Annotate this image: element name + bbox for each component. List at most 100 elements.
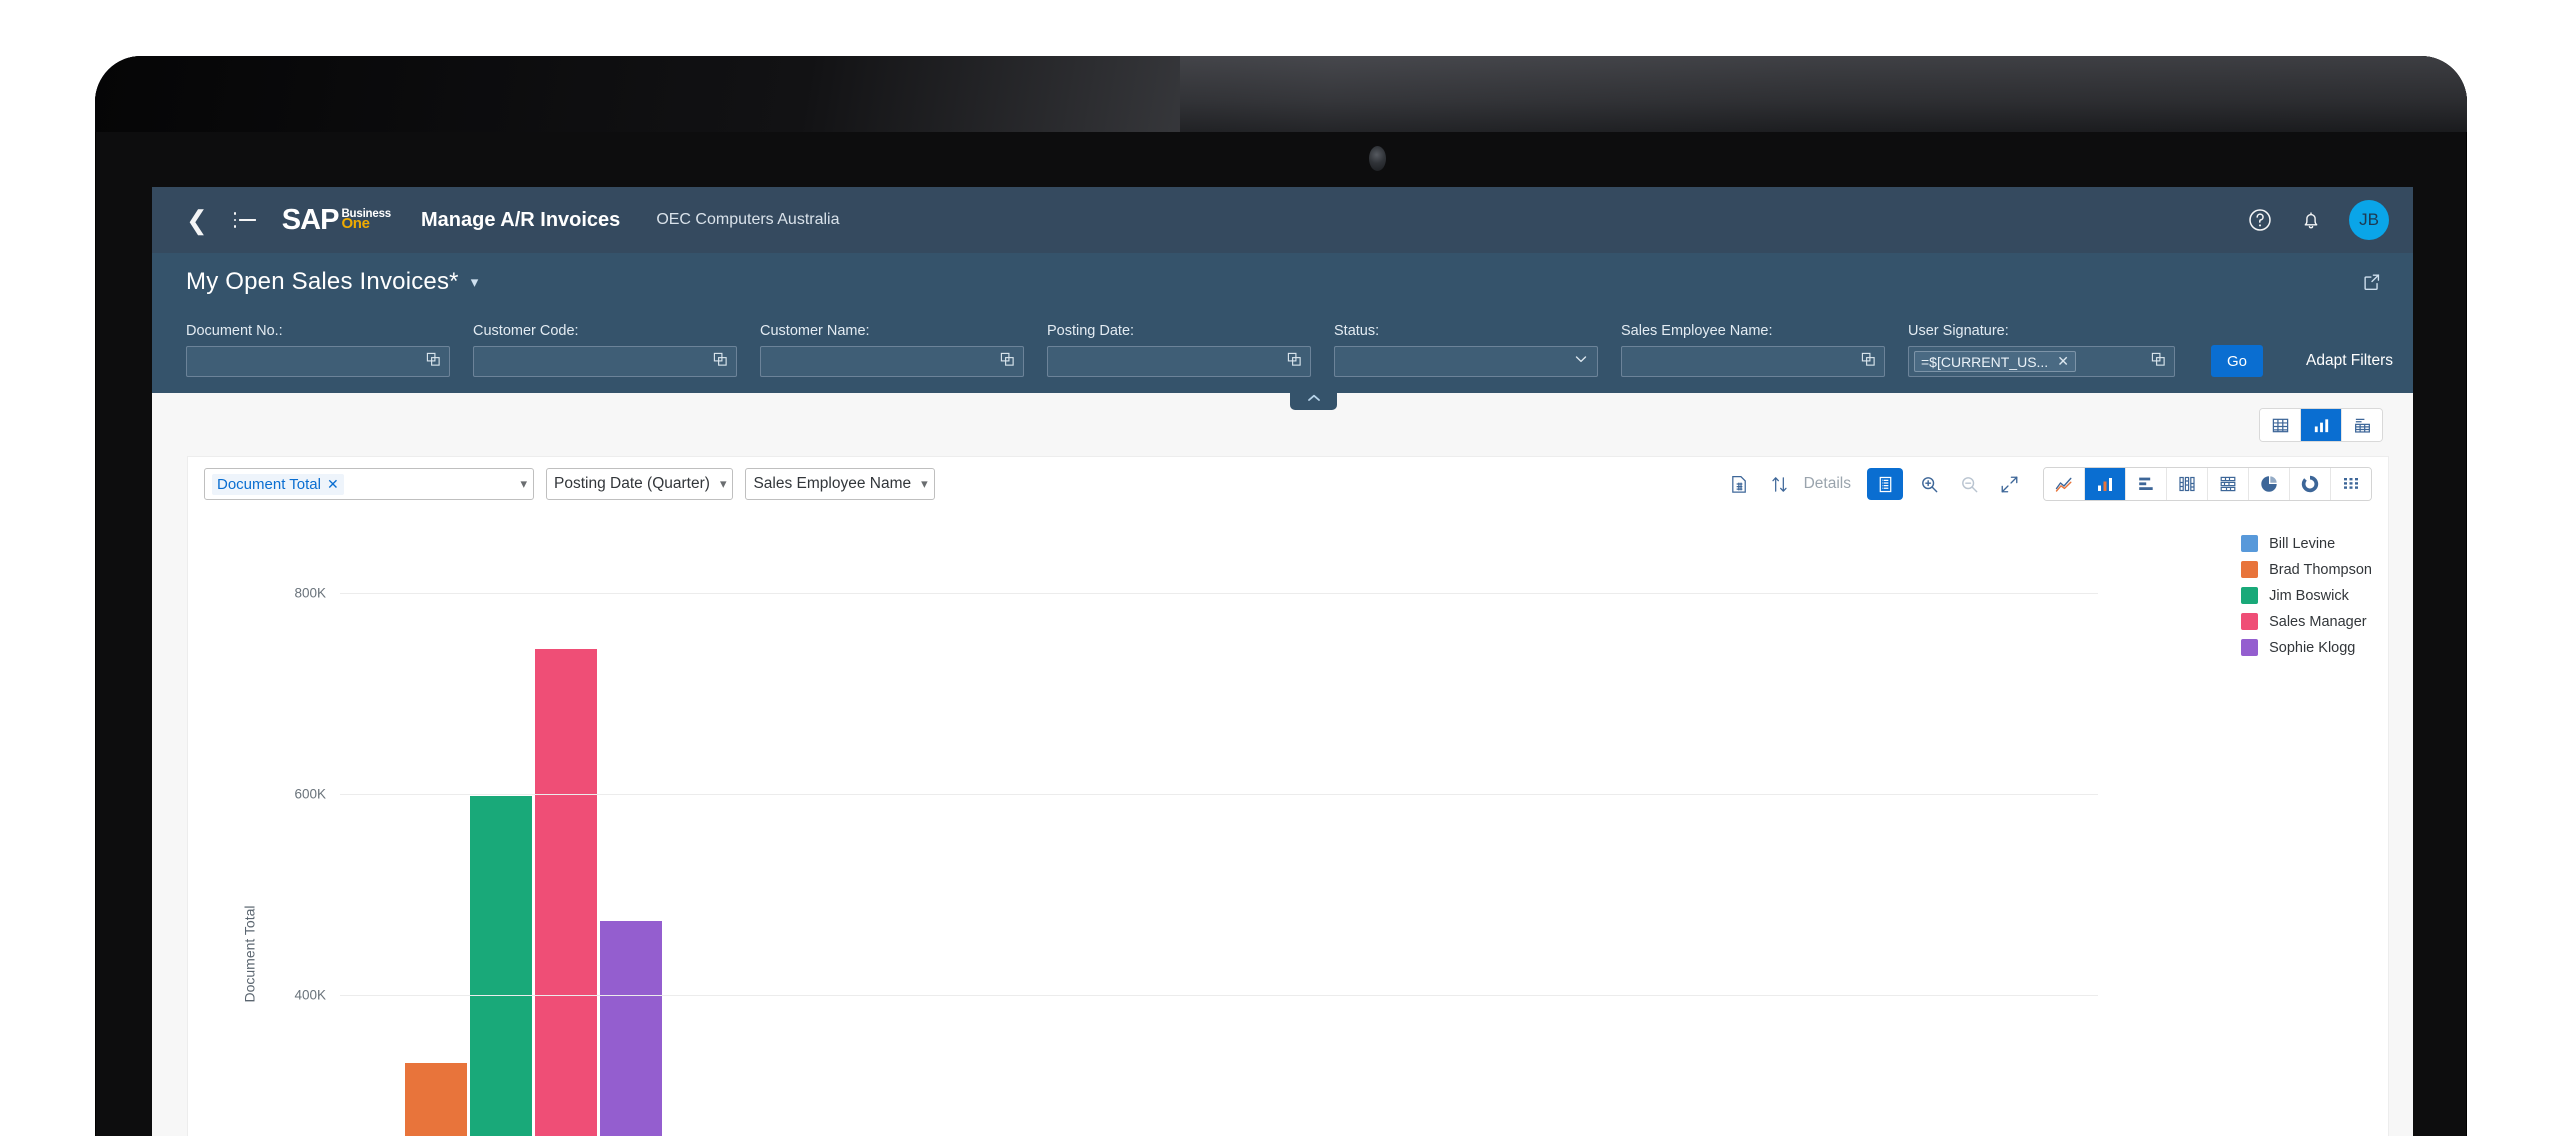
- column-chart-icon[interactable]: [2085, 468, 2126, 500]
- value-help-icon[interactable]: [2151, 352, 2166, 372]
- fullscreen-icon[interactable]: [1989, 467, 2029, 501]
- adapt-filters-button[interactable]: Adapt Filters: [2306, 352, 2393, 370]
- measure-select[interactable]: Document Total ✕ ▾: [204, 468, 534, 500]
- filter-field-customer-code: Customer Code:: [473, 323, 737, 377]
- bar[interactable]: [405, 1063, 467, 1136]
- chevron-down-icon[interactable]: [1573, 351, 1589, 372]
- customer-name-input[interactable]: [760, 346, 1024, 377]
- filter-field-document-no: Document No.:: [186, 323, 450, 377]
- filter-label: Sales Employee Name:: [1621, 323, 1773, 339]
- screen: ❮ SAP Business One Manage A/R Invoices O…: [152, 187, 2413, 1136]
- value-help-icon[interactable]: [713, 352, 728, 372]
- zoom-in-icon[interactable]: [1909, 467, 1949, 501]
- filter-fields: Document No.: Customer Code: Customer Na…: [186, 311, 2413, 393]
- legend-swatch-icon: [2241, 613, 2259, 630]
- filter-field-user-signature: User Signature: =$[CURRENT_US... ✕: [1908, 323, 2175, 377]
- bar[interactable]: [535, 648, 597, 1136]
- user-signature-token[interactable]: =$[CURRENT_US... ✕: [1914, 351, 2076, 372]
- bezel-gloss-highlight: [1180, 56, 2467, 132]
- filter-label: Posting Date:: [1047, 323, 1135, 339]
- legend-toggle-button[interactable]: [1867, 468, 1903, 500]
- header-actions: JB: [2247, 187, 2389, 253]
- chart-toolbar-actions: Details: [1720, 457, 2372, 511]
- filter-field-status: Status:: [1334, 323, 1598, 377]
- grid-icon[interactable]: [2331, 468, 2371, 500]
- chart-plot-wrapper: Document Total Bill Levine Brad Thompson J…: [188, 511, 2388, 1136]
- stacked-bar-icon[interactable]: [2208, 468, 2249, 500]
- filter-bar: My Open Sales Invoices* ▾ Document No.:: [152, 253, 2413, 410]
- filter-label: User Signature:: [1908, 323, 2009, 339]
- legend-label: Sales Manager: [2269, 613, 2367, 630]
- legend-item[interactable]: Brad Thompson: [2241, 561, 2372, 578]
- legend-item[interactable]: Sophie Klogg: [2241, 639, 2372, 656]
- y-axis-title: Document Total: [241, 905, 258, 1003]
- dimension-1-select[interactable]: Posting Date (Quarter) ▾: [546, 468, 734, 500]
- webcam-icon: [1369, 146, 1386, 171]
- legend-label: Bill Levine: [2269, 535, 2336, 552]
- legend-swatch-icon: [2241, 535, 2259, 552]
- pie-chart-icon[interactable]: [2249, 468, 2290, 500]
- filter-label: Document No.:: [186, 323, 283, 339]
- avatar[interactable]: JB: [2349, 200, 2389, 240]
- token-label: =$[CURRENT_US...: [1921, 353, 2049, 370]
- value-help-icon[interactable]: [1000, 352, 1015, 372]
- bar-group: [1219, 533, 1659, 1136]
- go-button[interactable]: Go: [2211, 345, 2263, 377]
- bell-icon[interactable]: [2299, 208, 2323, 232]
- page-title[interactable]: My Open Sales Invoices*: [186, 268, 459, 296]
- company-name: OEC Computers Australia: [656, 211, 840, 228]
- donut-chart-icon[interactable]: [2290, 468, 2331, 500]
- horizontal-bar-icon[interactable]: [2126, 468, 2167, 500]
- close-icon[interactable]: ✕: [327, 476, 339, 493]
- close-icon[interactable]: ✕: [2057, 353, 2069, 370]
- help-icon[interactable]: [2247, 207, 2273, 233]
- measure-token[interactable]: Document Total ✕: [212, 473, 344, 495]
- device-bezel: ❮ SAP Business One Manage A/R Invoices O…: [95, 56, 2467, 1136]
- chart-legend: Bill Levine Brad Thompson Jim Boswick Sales…: [2241, 535, 2372, 656]
- legend-swatch-icon: [2241, 639, 2259, 656]
- bar-group: [1659, 533, 2099, 1136]
- value-help-icon[interactable]: [1861, 352, 1876, 372]
- legend-item[interactable]: Bill Levine: [2241, 535, 2372, 552]
- filter-label: Customer Code:: [473, 323, 579, 339]
- share-icon[interactable]: [2361, 271, 2383, 298]
- drill-icon[interactable]: [1720, 467, 1760, 501]
- shell-header: ❮ SAP Business One Manage A/R Invoices O…: [152, 187, 2413, 253]
- dimension-2-select[interactable]: Sales Employee Name ▾: [745, 468, 935, 500]
- bar-groups: [340, 533, 2098, 1136]
- view-switcher: [2259, 408, 2383, 442]
- view-switch-table[interactable]: [2260, 409, 2301, 441]
- sales-employee-name-input[interactable]: [1621, 346, 1885, 377]
- bar[interactable]: [470, 796, 532, 1136]
- stacked-column-icon[interactable]: [2167, 468, 2208, 500]
- legend-label: Jim Boswick: [2269, 587, 2349, 604]
- sort-arrows-icon[interactable]: [1760, 467, 1800, 501]
- app-title: Manage A/R Invoices: [420, 208, 621, 231]
- measure-label: Document Total: [217, 475, 321, 493]
- zoom-out-icon: [1949, 467, 1989, 501]
- legend-item[interactable]: Jim Boswick: [2241, 587, 2372, 604]
- value-help-icon[interactable]: [1287, 352, 1302, 372]
- chevron-down-icon[interactable]: ▾: [710, 476, 727, 492]
- value-help-icon[interactable]: [426, 352, 441, 372]
- status-select[interactable]: [1334, 346, 1598, 377]
- chevron-down-icon[interactable]: ▾: [911, 476, 928, 492]
- user-signature-input[interactable]: =$[CURRENT_US... ✕: [1908, 346, 2175, 377]
- bar[interactable]: [600, 920, 662, 1136]
- chevron-down-icon[interactable]: ▾: [510, 476, 527, 492]
- legend-item[interactable]: Sales Manager: [2241, 613, 2372, 630]
- document-no-input[interactable]: [186, 346, 450, 377]
- gridline: [340, 593, 2098, 595]
- back-chevron-icon[interactable]: ❮: [186, 207, 208, 233]
- view-switch-chart[interactable]: [2301, 409, 2342, 441]
- filter-field-posting-date: Posting Date:: [1047, 323, 1311, 377]
- details-button[interactable]: Details: [1804, 475, 1851, 493]
- line-chart-icon[interactable]: [2044, 468, 2085, 500]
- chart-toolbar: Document Total ✕ ▾ Posting Date (Quarter…: [188, 457, 2388, 511]
- posting-date-input[interactable]: [1047, 346, 1311, 377]
- menu-icon[interactable]: [233, 211, 256, 229]
- filter-collapse-toggle[interactable]: [1290, 391, 1337, 410]
- view-switch-hybrid[interactable]: [2342, 409, 2382, 441]
- chevron-down-icon[interactable]: ▾: [471, 273, 479, 291]
- customer-code-input[interactable]: [473, 346, 737, 377]
